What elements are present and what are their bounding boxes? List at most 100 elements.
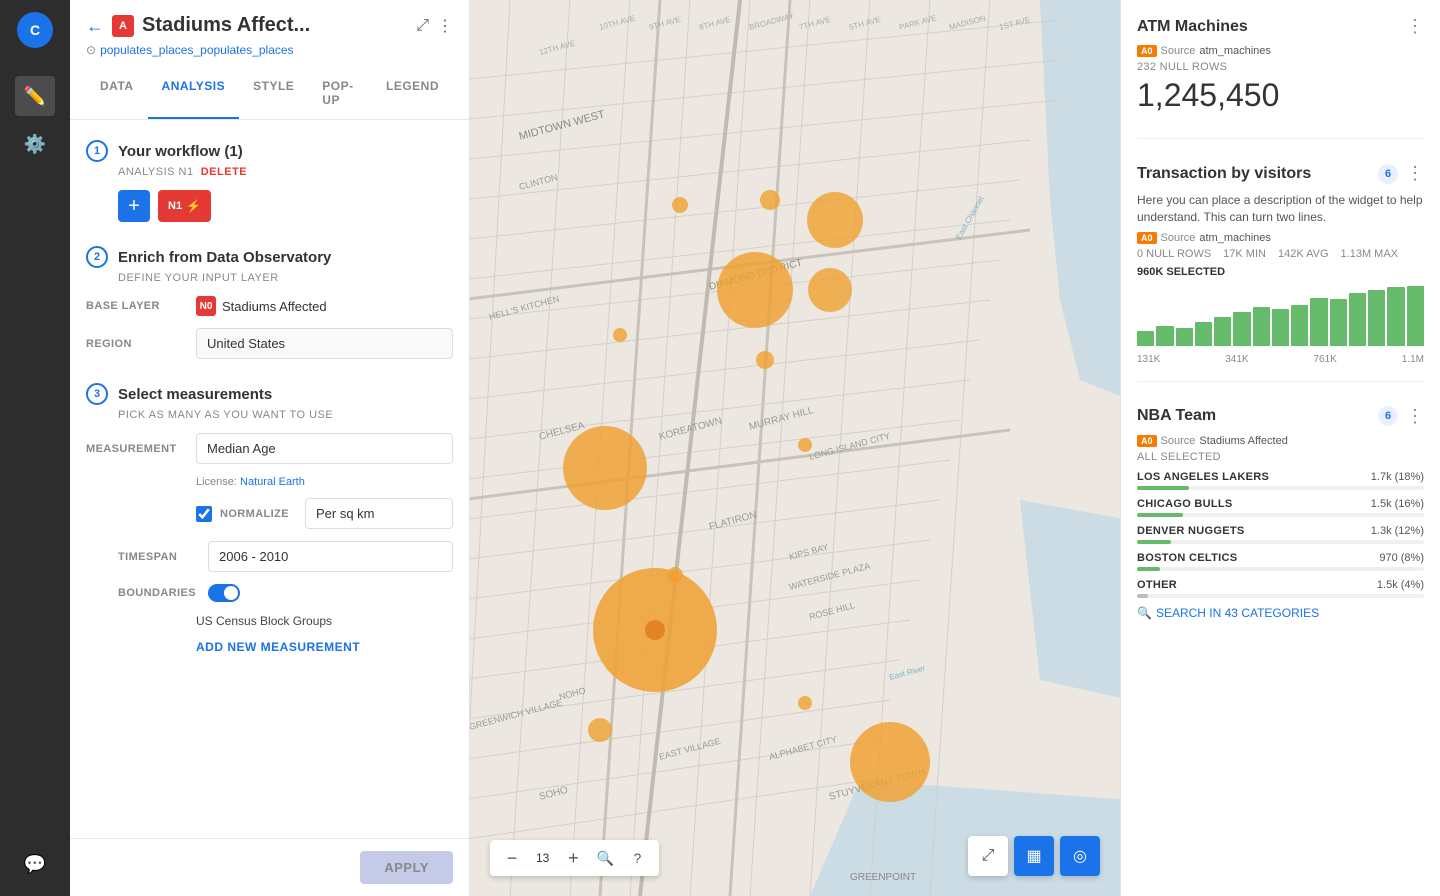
map-help-icon[interactable]: ? <box>623 844 651 872</box>
boundaries-toggle <box>208 584 453 602</box>
hist-bar-9 <box>1291 305 1308 346</box>
panel-header: ← A Stadiums Affect... ⤢ ⋮ ⊙ populates_p… <box>70 0 469 120</box>
hist-bar-15 <box>1407 286 1424 346</box>
boundaries-toggle-btn[interactable] <box>208 584 240 602</box>
nuggets-value: 1.3k (12%) <box>1371 525 1424 537</box>
nba-team-widget: NBA Team 6 ⋮ A0 Source Stadiums Affected… <box>1137 406 1424 636</box>
atm-menu-icon[interactable]: ⋮ <box>1406 16 1424 37</box>
region-input[interactable] <box>196 328 453 359</box>
normalize-input[interactable] <box>305 498 453 529</box>
license-link[interactable]: Natural Earth <box>240 476 305 488</box>
nba-bar-bulls: CHICAGO BULLS 1.5k (16%) <box>1137 498 1424 517</box>
section-num-1: 1 <box>86 140 108 162</box>
add-measurement-link[interactable]: ADD NEW MEASUREMENT <box>196 640 453 654</box>
base-layer-label: BASE LAYER <box>86 300 196 312</box>
hist-bar-2 <box>1156 326 1173 345</box>
other-fill <box>1137 594 1148 598</box>
timespan-input[interactable] <box>208 541 453 572</box>
celtics-track <box>1137 567 1424 571</box>
measurement-input[interactable] <box>196 433 453 464</box>
nba-search-link[interactable]: 🔍 SEARCH IN 43 CATEGORIES <box>1137 606 1424 620</box>
region-row: REGION <box>86 328 453 359</box>
measurement-row: MEASUREMENT <box>86 433 453 464</box>
map-svg: MIDTOWN WEST CLINTON HELL'S KITCHEN DIAM… <box>470 0 1120 896</box>
svg-text:GREENPOINT: GREENPOINT <box>850 872 916 883</box>
hist-bar-10 <box>1310 298 1327 346</box>
delete-link[interactable]: DELETE <box>201 166 247 178</box>
nba-badge: 6 <box>1378 406 1398 426</box>
transaction-source-name: atm_machines <box>1199 232 1271 244</box>
tab-legend[interactable]: LEGEND <box>372 69 453 119</box>
nba-menu-icon[interactable]: ⋮ <box>1406 406 1424 427</box>
hist-bar-7 <box>1253 307 1270 345</box>
nba-actions: 6 ⋮ <box>1378 406 1424 427</box>
transaction-menu-icon[interactable]: ⋮ <box>1406 163 1424 184</box>
atm-null-rows: 232 NULL ROWS <box>1137 61 1424 73</box>
selected-label: 960K SELECTED <box>1137 266 1424 278</box>
logo-button[interactable]: C <box>17 12 53 48</box>
back-button[interactable]: ← <box>86 17 104 35</box>
atm-machines-widget: ATM Machines ⋮ A0 Source atm_machines 23… <box>1137 16 1424 139</box>
right-panel: ATM Machines ⋮ A0 Source atm_machines 23… <box>1120 0 1440 896</box>
expand-map-button[interactable]: ⤢ <box>968 836 1008 876</box>
edit-icon[interactable]: ✏️ <box>15 76 55 116</box>
toggle-knob <box>224 586 238 600</box>
nba-title: NBA Team <box>1137 407 1216 425</box>
celtics-fill <box>1137 567 1160 571</box>
chat-icon[interactable]: 💬 <box>15 844 55 884</box>
hist-label-4: 1.1M <box>1402 354 1424 365</box>
nba-source-label: Source <box>1161 435 1196 447</box>
measurements-section: 3 Select measurements PICK AS MANY AS YO… <box>86 383 453 654</box>
boundaries-label: BOUNDARIES <box>118 587 208 599</box>
workflow-section: 1 Your workflow (1) ANALYSIS N1 DELETE +… <box>86 140 453 222</box>
section-num-3: 3 <box>86 383 108 405</box>
panel-menu-icon[interactable]: ⋮ <box>437 16 453 36</box>
transaction-title: Transaction by visitors <box>1137 165 1311 183</box>
boundaries-value: US Census Block Groups <box>196 614 453 628</box>
enrich-title: Enrich from Data Observatory <box>118 249 331 266</box>
workflow-sub: ANALYSIS N1 DELETE <box>118 166 453 178</box>
nuggets-track <box>1137 540 1424 544</box>
nba-bar-celtics: BOSTON CELTICS 970 (8%) <box>1137 552 1424 571</box>
map-search-icon[interactable]: 🔍 <box>591 844 619 872</box>
settings-icon[interactable]: ⚙️ <box>15 124 55 164</box>
left-sidebar: C ✏️ ⚙️ 💬 <box>0 0 70 896</box>
measurement-label: MEASUREMENT <box>86 443 196 455</box>
atm-actions: ⋮ <box>1406 16 1424 37</box>
expand-icon[interactable]: ⤢ <box>416 17 429 35</box>
lakers-name: LOS ANGELES LAKERS <box>1137 471 1269 483</box>
panel-tabs: DATA ANALYSIS STYLE POP-UP LEGEND <box>86 69 453 119</box>
zoom-out-button[interactable]: − <box>498 844 526 872</box>
target-button[interactable]: ◎ <box>1060 836 1100 876</box>
transaction-source-row: A0 Source atm_machines <box>1137 232 1424 244</box>
apply-button[interactable]: APPLY <box>360 851 453 884</box>
celtics-name: BOSTON CELTICS <box>1137 552 1237 564</box>
grid-view-button[interactable]: ▦ <box>1014 836 1054 876</box>
license-text: License: Natural Earth <box>196 476 453 488</box>
transaction-histogram[interactable] <box>1137 286 1424 346</box>
hist-bar-13 <box>1368 290 1385 346</box>
zoom-level: 13 <box>530 851 555 865</box>
normalize-label: NORMALIZE <box>220 508 289 520</box>
section-num-2: 2 <box>86 246 108 268</box>
layer-link[interactable]: populates_places_populates_places <box>100 43 293 57</box>
tab-popup[interactable]: POP-UP <box>308 69 372 119</box>
bulls-track <box>1137 513 1424 517</box>
atm-source-label: Source <box>1161 45 1196 57</box>
min-stat: 17K MIN <box>1223 248 1266 260</box>
hist-bar-14 <box>1387 287 1404 345</box>
atm-title: ATM Machines <box>1137 18 1248 36</box>
tab-data[interactable]: DATA <box>86 69 148 119</box>
normalize-checkbox[interactable] <box>196 506 212 522</box>
tab-analysis[interactable]: ANALYSIS <box>148 69 240 119</box>
add-button[interactable]: + <box>118 190 150 222</box>
lakers-track <box>1137 486 1424 490</box>
n1-button[interactable]: N1 ⚡ <box>158 190 211 222</box>
base-layer-name: Stadiums Affected <box>222 299 327 314</box>
timespan-row: TIMESPAN <box>118 541 453 572</box>
hist-bar-4 <box>1195 322 1212 346</box>
zoom-in-button[interactable]: + <box>559 844 587 872</box>
tab-style[interactable]: STYLE <box>239 69 308 119</box>
atm-source-name: atm_machines <box>1199 45 1271 57</box>
nba-bar-lakers: LOS ANGELES LAKERS 1.7k (18%) <box>1137 471 1424 490</box>
